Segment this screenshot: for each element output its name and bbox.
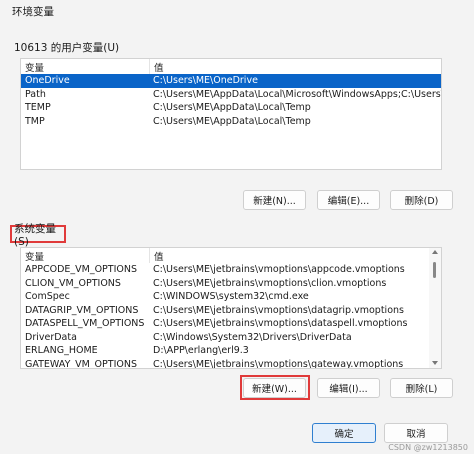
system-edit-button[interactable]: 编辑(I)... <box>317 378 380 398</box>
user-list-header: 变量 值 <box>21 59 441 74</box>
variable-value: C:\Users\ME\jetbrains\vmoptions\dataspel… <box>153 318 408 330</box>
user-variables-list[interactable]: 变量 值 OneDrive C:\Users\ME\OneDrive Path C:\… <box>20 58 442 170</box>
scroll-up-arrow-icon[interactable] <box>432 250 438 254</box>
user-variables-label: 10613 的用户变量(U) <box>14 42 120 54</box>
table-row[interactable]: ComSpec C:\WINDOWS\system32\cmd.exe <box>21 290 429 304</box>
variable-name: DATAGRIP_VM_OPTIONS <box>25 304 139 316</box>
variable-name: GATEWAY_VM_OPTIONS <box>25 358 137 368</box>
scroll-thumb[interactable] <box>433 262 436 278</box>
column-header-variable[interactable]: 变量 <box>21 249 149 263</box>
table-row[interactable]: TEMP C:\Users\ME\AppData\Local\Temp <box>21 101 441 115</box>
variable-value: C:\Windows\System32\Drivers\DriverData <box>153 331 352 343</box>
watermark: CSDN @zw1213850 <box>388 443 468 452</box>
variable-value: C:\Users\ME\jetbrains\vmoptions\appcode.… <box>153 264 405 276</box>
environment-variables-dialog: 环境变量 10613 的用户变量(U) 变量 值 OneDrive C:\User… <box>0 0 474 454</box>
table-row[interactable]: CLION_VM_OPTIONS C:\Users\ME\jetbrains\vm… <box>21 277 429 291</box>
column-header-value[interactable]: 值 <box>149 248 164 263</box>
table-row[interactable]: DATAGRIP_VM_OPTIONS C:\Users\ME\jetbrains… <box>21 304 429 318</box>
variable-value: C:\WINDOWS\system32\cmd.exe <box>153 291 309 303</box>
system-variables-label: 系统变量(S) <box>10 223 66 248</box>
system-list-scrollbar[interactable] <box>429 248 441 368</box>
cancel-button[interactable]: 取消 <box>384 423 448 443</box>
system-variables-label-text: 系统变量(S) <box>14 222 56 248</box>
column-header-variable[interactable]: 变量 <box>21 60 149 74</box>
variable-name: TEMP <box>25 102 51 114</box>
table-row[interactable]: TMP C:\Users\ME\AppData\Local\Temp <box>21 115 441 129</box>
user-rows: OneDrive C:\Users\ME\OneDrive Path C:\Users… <box>21 74 441 128</box>
variable-value: C:\Users\ME\AppData\Local\Temp <box>153 102 311 114</box>
system-variables-list[interactable]: 变量 值 APPCODE_VM_OPTIONS C:\Users\ME\jetbr… <box>20 247 442 369</box>
variable-name: DriverData <box>25 331 77 343</box>
variable-name: DATASPELL_VM_OPTIONS <box>25 318 145 330</box>
ok-button[interactable]: 确定 <box>312 423 376 443</box>
variable-name: ComSpec <box>25 291 70 303</box>
variable-value: C:\Users\ME\jetbrains\vmoptions\datagrip… <box>153 304 404 316</box>
system-list-header: 变量 值 <box>21 248 429 263</box>
table-row[interactable]: DriverData C:\Windows\System32\Drivers\Dr… <box>21 331 429 345</box>
scroll-down-arrow-icon[interactable] <box>432 361 438 365</box>
table-row[interactable]: APPCODE_VM_OPTIONS C:\Users\ME\jetbrains\… <box>21 263 429 277</box>
user-edit-button[interactable]: 编辑(E)... <box>317 190 380 210</box>
table-row[interactable]: DATASPELL_VM_OPTIONS C:\Users\ME\jetbrain… <box>21 317 429 331</box>
table-row[interactable]: GATEWAY_VM_OPTIONS C:\Users\ME\jetbrains\… <box>21 358 429 368</box>
user-new-button[interactable]: 新建(N)... <box>243 190 306 210</box>
system-rows: APPCODE_VM_OPTIONS C:\Users\ME\jetbrains\… <box>21 263 429 368</box>
variable-value: C:\Users\ME\OneDrive <box>153 75 258 87</box>
variable-value: C:\Users\ME\AppData\Local\Microsoft\Wind… <box>153 88 441 100</box>
dialog-title: 环境变量 <box>12 6 54 18</box>
column-header-value[interactable]: 值 <box>149 59 164 74</box>
system-delete-button[interactable]: 删除(L) <box>390 378 453 398</box>
variable-name: OneDrive <box>25 75 70 87</box>
variable-value: D:\APP\erlang\erl9.3 <box>153 345 249 357</box>
user-delete-button[interactable]: 删除(D) <box>390 190 453 210</box>
table-row[interactable]: ERLANG_HOME D:\APP\erlang\erl9.3 <box>21 344 429 358</box>
variable-name: ERLANG_HOME <box>25 345 98 357</box>
variable-value: C:\Users\ME\jetbrains\vmoptions\clion.vm… <box>153 277 387 289</box>
variable-name: APPCODE_VM_OPTIONS <box>25 264 138 276</box>
table-row[interactable]: OneDrive C:\Users\ME\OneDrive <box>21 74 441 88</box>
variable-name: CLION_VM_OPTIONS <box>25 277 121 289</box>
table-row[interactable]: Path C:\Users\ME\AppData\Local\Microsoft\… <box>21 88 441 102</box>
variable-value: C:\Users\ME\jetbrains\vmoptions\gateway.… <box>153 358 404 368</box>
variable-name: Path <box>25 88 46 100</box>
new-button-highlight <box>240 375 310 400</box>
variable-name: TMP <box>25 115 45 127</box>
variable-value: C:\Users\ME\AppData\Local\Temp <box>153 115 311 127</box>
